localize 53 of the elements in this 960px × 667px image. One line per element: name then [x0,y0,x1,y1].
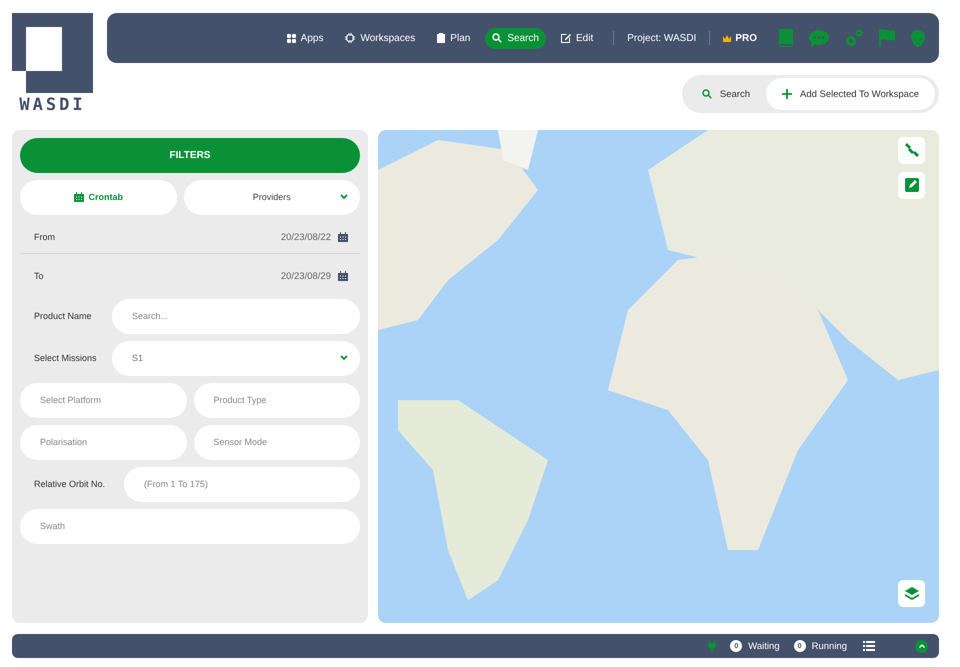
nav-tab[interactable]: Search [485,28,546,48]
date-value[interactable]: 20/23/08/29 [280,270,331,282]
satellite-button[interactable] [898,136,925,164]
action-button[interactable]: Add Selected To Workspace [766,78,935,110]
date-label: To [34,271,44,282]
filters-button[interactable]: FILTERS [20,138,360,173]
logo-text: WASDI [19,95,86,115]
edit-button[interactable] [898,172,925,199]
plan-label: PRO [735,32,757,44]
calendar-icon[interactable] [338,232,348,242]
providers-dropdown[interactable]: Providers [184,180,360,215]
date-label: From [34,232,55,242]
status-label: Running [812,640,847,652]
edit-icon [904,178,918,192]
list-icon[interactable] [863,641,875,652]
chip-icon [345,33,356,43]
logo-icon [12,13,93,93]
swath-field[interactable]: Swath [20,508,360,544]
field-label: Select Missions [33,353,98,364]
product-type-field[interactable]: Product Type [194,382,360,418]
calendar-icon[interactable] [338,271,348,282]
date-value[interactable]: 20/23/08/22 [280,232,331,243]
nav-tab[interactable]: Workspaces [338,28,422,48]
relative-orbit-field[interactable]: (From 1 To 175) [124,466,360,502]
plug-icon [708,640,716,652]
chevron-down-icon [340,194,348,200]
sensor-mode-field[interactable]: Sensor Mode [194,424,360,460]
calendar-icon [74,192,84,202]
chevron-down-icon [340,355,348,362]
field-label: Relative Orbit No. [33,479,106,490]
action-button[interactable]: Search [686,78,766,110]
crown-icon [723,34,732,42]
crontab-button[interactable]: Crontab [20,180,176,215]
status-label: Waiting [748,640,780,652]
expand-button[interactable] [915,640,928,653]
nav-tab[interactable]: Apps [280,28,330,48]
edit-icon [561,33,571,43]
plus-icon [782,89,792,99]
layers-button[interactable] [898,580,925,608]
missions-dropdown[interactable]: S1 [112,340,360,376]
chevron-up-icon [918,644,924,648]
polarisation-field[interactable]: Polarisation [20,424,186,460]
product-name-field[interactable]: Search... [112,298,360,334]
field-label: Product Name [33,311,93,322]
search-icon [702,89,712,99]
clipboard-icon [437,33,446,43]
platform-field[interactable]: Select Platform [20,382,186,418]
nav-tab[interactable]: Edit [554,28,600,48]
layers-icon [904,586,918,601]
search-icon [492,33,502,43]
nav-tab[interactable]: Plan [430,28,478,48]
grid-icon [286,34,296,42]
project-name: Project: WASDI [627,32,696,44]
